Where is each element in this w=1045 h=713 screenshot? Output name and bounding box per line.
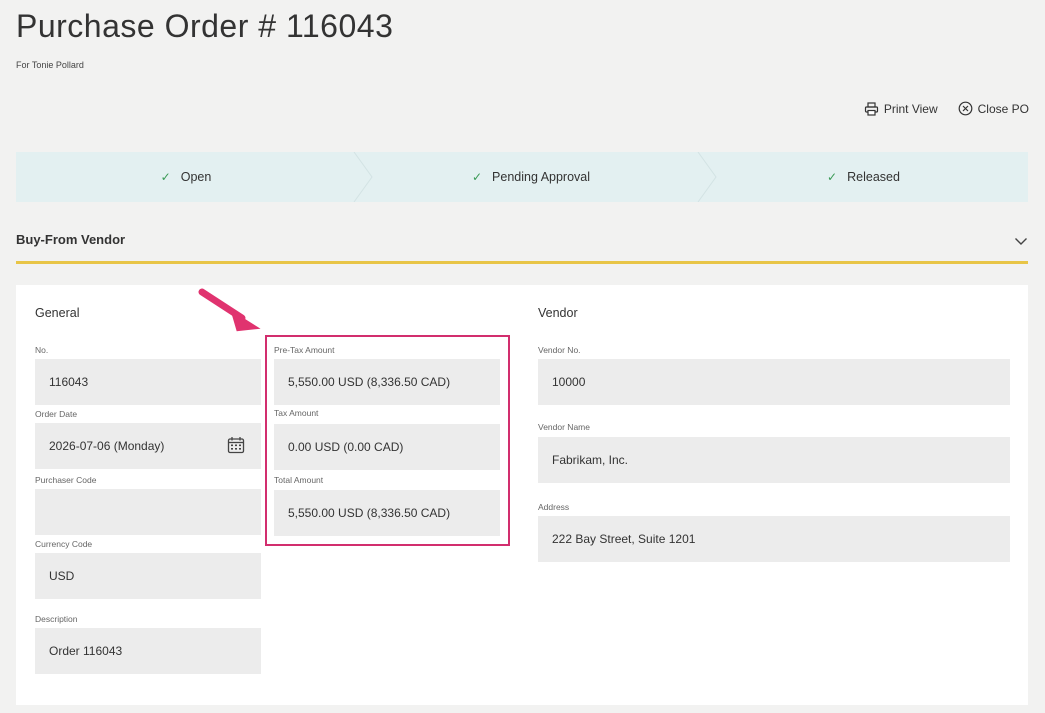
currency-code-field[interactable]: USD <box>35 553 261 599</box>
description-field[interactable]: Order 116043 <box>35 628 261 674</box>
vendor-name-label: Vendor Name <box>538 422 590 432</box>
section-title: Buy-From Vendor <box>16 232 126 247</box>
print-view-label: Print View <box>883 101 938 116</box>
purchaser-code-label: Purchaser Code <box>35 475 97 485</box>
status-stepper: ✓ Open ✓ Pending Approval ✓ Released <box>16 152 1028 202</box>
vendor-name-field[interactable]: Fabrikam, Inc. <box>538 437 1010 483</box>
step-released: ✓ Released <box>706 152 1021 202</box>
buy-from-vendor-header[interactable]: Buy-From Vendor <box>16 222 1028 264</box>
print-view-button[interactable]: Print View <box>864 101 938 116</box>
vendor-group-title: Vendor <box>538 306 578 320</box>
address-label: Address <box>538 502 570 512</box>
purchase-order-page: Purchase Order # 116043 For Tonie Pollar… <box>0 0 1045 713</box>
purchaser-code-field[interactable] <box>35 489 261 535</box>
step-label: Released <box>847 170 900 184</box>
order-date-label: Order Date <box>35 409 78 419</box>
no-field[interactable]: 116043 <box>35 359 261 405</box>
checkmark-icon: ✓ <box>827 170 838 184</box>
calendar-icon[interactable] <box>227 436 245 457</box>
step-label: Open <box>180 170 212 184</box>
no-label: No. <box>35 345 49 355</box>
amounts-highlight-box <box>265 335 510 546</box>
pointer-arrow-icon <box>198 288 261 332</box>
step-label: Pending Approval <box>492 170 591 184</box>
close-circle-icon <box>958 101 973 116</box>
order-date-value: 2026-07-06 (Monday) <box>49 439 165 453</box>
order-date-field[interactable]: 2026-07-06 (Monday) <box>35 423 261 469</box>
general-group-title: General <box>35 306 80 320</box>
vendor-no-label: Vendor No. <box>538 345 581 355</box>
chevron-down-icon[interactable] <box>1014 233 1028 251</box>
step-pending-approval: ✓ Pending Approval <box>356 152 706 202</box>
vendor-no-field[interactable]: 10000 <box>538 359 1010 405</box>
printer-icon <box>864 101 879 116</box>
currency-code-label: Currency Code <box>35 539 93 549</box>
step-open: ✓ Open <box>16 152 356 202</box>
checkmark-icon: ✓ <box>160 170 171 184</box>
page-subtitle: For Tonie Pollard <box>16 60 84 70</box>
description-label: Description <box>35 614 78 624</box>
vendor-details-card: General No. 116043 Order Date 2026-07-06… <box>16 285 1028 705</box>
checkmark-icon: ✓ <box>471 170 483 184</box>
address-field[interactable]: 222 Bay Street, Suite 1201 <box>538 516 1010 562</box>
header-actions: Print View Close PO <box>864 101 1029 116</box>
close-po-label: Close PO <box>977 101 1029 116</box>
close-po-button[interactable]: Close PO <box>958 101 1029 116</box>
page-title: Purchase Order # 116043 <box>16 8 394 44</box>
